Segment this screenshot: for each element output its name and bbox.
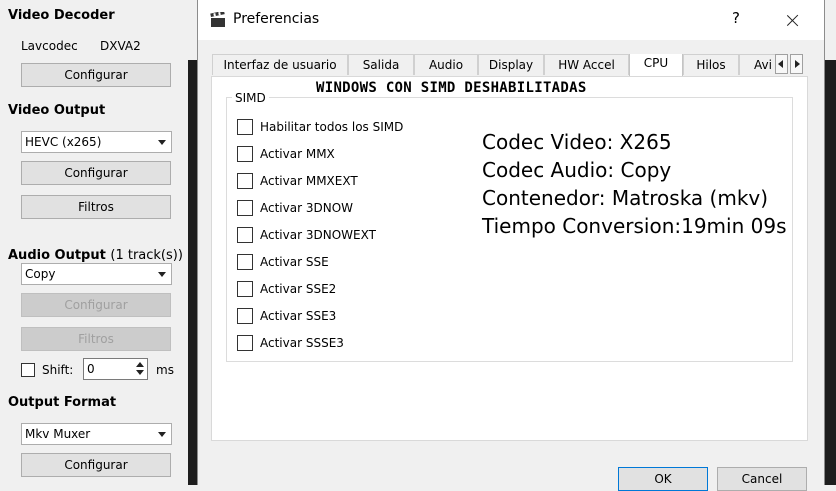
simd-option-label: Activar 3DNOWEXT [260,228,376,242]
simd-option-label: Habilitar todos los SIMD [260,120,404,134]
info-conversion-time: Tiempo Conversion:19min 09s [482,214,787,238]
checkbox[interactable] [237,308,253,324]
tab-cpu[interactable]: CPU [629,54,683,76]
video-decoder-hw: DXVA2 [100,39,141,53]
video-output-title: Video Output [8,103,106,118]
close-icon[interactable] [778,6,808,34]
clapperboard-icon [210,12,225,27]
checkbox[interactable] [237,119,253,135]
shift-spinbox[interactable]: 0 [83,358,148,380]
shift-unit: ms [156,363,174,377]
shift-checkbox[interactable] [21,363,35,377]
muxer-value: Mkv Muxer [25,427,91,441]
chevron-left-icon [778,60,783,68]
preferences-dialog: Preferencias ? Interfaz de usuario Salid… [197,0,825,491]
muxer-select[interactable]: Mkv Muxer [21,423,172,445]
checkbox[interactable] [237,173,253,189]
cpu-tab-page: SIMD WINDOWS CON SIMD DESHABILITADAS Hab… [211,76,808,441]
simd-option-label: Activar 3DNOW [260,201,353,215]
help-button[interactable]: ? [724,9,748,31]
main-window-left-panel: Video Decoder Lavcodec DXVA2 Configurar … [0,0,190,485]
tab-bar: Interfaz de usuario Salida Audio Display… [212,54,787,76]
simd-group-title: SIMD [232,91,269,105]
checkbox[interactable] [237,335,253,351]
tab-scroll-right[interactable] [790,54,803,74]
checkbox[interactable] [237,227,253,243]
video-filters-button[interactable]: Filtros [21,195,171,219]
ok-button[interactable]: OK [618,467,708,491]
shift-value: 0 [87,362,95,376]
chevron-down-icon [158,432,166,437]
chevron-down-icon [158,272,166,277]
tab-display[interactable]: Display [478,54,544,75]
info-container: Contenedor: Matroska (mkv) [482,186,769,210]
simd-option-label: Activar SSE [260,255,329,269]
chevron-down-icon [158,140,166,145]
tab-hw-accel[interactable]: HW Accel [544,54,629,75]
dialog-title: Preferencias [233,11,320,27]
video-decoder-name: Lavcodec [21,39,78,53]
simd-option-label: Activar MMXEXT [260,174,358,188]
audio-output-title: Audio Output (1 track(s)) [8,248,183,263]
output-format-configure-button[interactable]: Configurar [21,453,171,477]
audio-output-configure-button[interactable]: Configurar [21,293,171,317]
audio-track-count: (1 track(s)) [110,248,183,263]
video-codec-select[interactable]: HEVC (x265) [21,131,172,153]
tab-hilos[interactable]: Hilos [683,54,739,75]
audio-filters-button[interactable]: Filtros [21,327,171,351]
video-codec-value: HEVC (x265) [25,135,102,149]
video-output-configure-button[interactable]: Configurar [21,161,171,185]
info-audio-codec: Codec Audio: Copy [482,158,672,182]
audio-output-title-text: Audio Output [8,248,106,263]
checkbox[interactable] [237,281,253,297]
audio-codec-select[interactable]: Copy [21,263,172,285]
chevron-right-icon [795,60,800,68]
tab-audio[interactable]: Audio [414,54,478,75]
spin-up-icon[interactable] [133,360,146,369]
output-format-title: Output Format [8,395,117,410]
simd-option-label: Activar SSE3 [260,309,337,323]
simd-option-label: Activar SSSE3 [260,336,344,350]
tab-interfaz[interactable]: Interfaz de usuario [212,54,348,75]
video-decoder-title: Video Decoder [8,8,115,23]
video-decoder-configure-button[interactable]: Configurar [21,63,171,87]
tab-salida[interactable]: Salida [348,54,414,75]
cancel-button[interactable]: Cancel [717,467,807,491]
info-video-codec: Codec Video: X265 [482,130,672,154]
tab-scroll-left[interactable] [775,54,788,74]
simd-option-label: Activar SSE2 [260,282,337,296]
dialog-titlebar: Preferencias ? [198,0,824,40]
checkbox[interactable] [237,254,253,270]
checkbox[interactable] [237,200,253,216]
overlay-heading: WINDOWS CON SIMD DESHABILITADAS [316,80,587,96]
shift-label: Shift: [42,363,74,377]
simd-option-label: Activar MMX [260,147,335,161]
checkbox[interactable] [237,146,253,162]
preview-area-edge-right [824,60,836,485]
spin-down-icon[interactable] [133,369,146,378]
audio-codec-value: Copy [25,267,56,281]
